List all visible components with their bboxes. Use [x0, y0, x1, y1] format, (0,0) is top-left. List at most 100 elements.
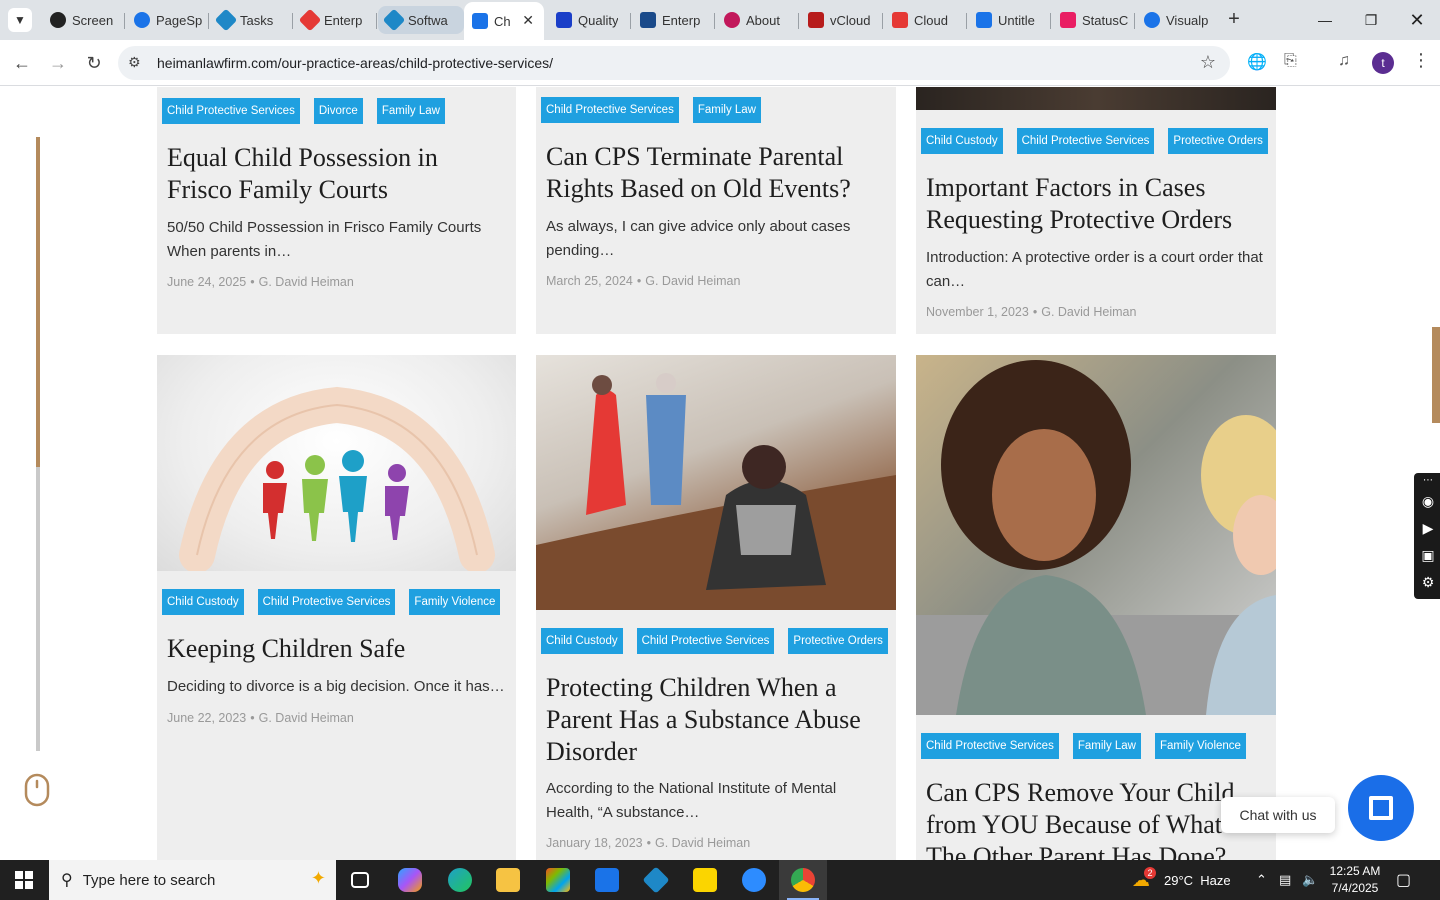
volume-icon[interactable]: 🔈 [1302, 860, 1318, 900]
post-author[interactable]: G. David Heiman [655, 836, 750, 850]
post-image[interactable] [536, 355, 896, 610]
extensions-icon[interactable]: ⎘ [1284, 52, 1297, 70]
copilot-app-icon[interactable] [386, 860, 434, 900]
tab-5-active[interactable]: Ch ✕ [464, 2, 544, 40]
site-info-icon[interactable]: ⚙ [128, 54, 141, 71]
tag-link[interactable]: Family Violence [409, 589, 501, 615]
microsoft-store-icon[interactable] [534, 860, 582, 900]
post-card[interactable]: Child Custody Child Protective Services … [536, 355, 896, 860]
tab-search-icon[interactable]: ▼ [8, 8, 32, 32]
capture-menu-icon[interactable]: ⋯ [1419, 475, 1437, 486]
zoom-app-icon[interactable] [730, 860, 778, 900]
post-card[interactable]: Child Custody Child Protective Services … [157, 355, 516, 860]
minimize-button[interactable]: — [1302, 0, 1348, 40]
post-title[interactable]: Can CPS Remove Your Child from YOU Becau… [926, 777, 1268, 860]
post-image[interactable] [916, 355, 1276, 715]
address-bar[interactable]: ⚙ heimanlawfirm.com/our-practice-areas/c… [118, 46, 1230, 80]
tab-3[interactable]: Enterp [294, 6, 378, 34]
post-title[interactable]: Equal Child Possession in Frisco Family … [167, 142, 508, 206]
tab-12[interactable]: StatusC [1052, 6, 1134, 34]
taskbar-search-box[interactable]: ⚲ Type here to search ✦ [49, 860, 336, 900]
post-title[interactable]: Protecting Children When a Parent Has a … [546, 672, 888, 768]
back-arrow-icon[interactable]: ← [10, 51, 34, 75]
tab-favicon-icon [556, 12, 572, 28]
reload-icon[interactable]: ↻ [82, 51, 106, 75]
tab-6[interactable]: Quality [548, 6, 630, 34]
forward-arrow-icon[interactable]: → [46, 51, 70, 75]
mail-icon[interactable] [583, 860, 631, 900]
tag-link[interactable]: Child Protective Services [1016, 128, 1155, 154]
weather-widget[interactable]: ☁ 2 29°C Haze [1132, 860, 1231, 900]
tag-link[interactable]: Family Violence [1154, 733, 1246, 759]
tag-link[interactable]: Divorce [313, 98, 363, 124]
pinned-app-icon[interactable] [632, 860, 680, 900]
tab-13[interactable]: Visualp [1136, 6, 1218, 34]
tag-link[interactable]: Child Custody [921, 128, 1003, 154]
task-view-icon[interactable] [336, 860, 384, 900]
post-image[interactable] [157, 355, 516, 571]
tab-2[interactable]: Tasks [210, 6, 294, 34]
media-control-icon[interactable]: ♫ [1338, 52, 1350, 70]
chrome-app-icon[interactable] [779, 860, 827, 900]
post-title[interactable]: Important Factors in Cases Requesting Pr… [926, 172, 1268, 236]
tag-link[interactable]: Protective Orders [1168, 128, 1268, 154]
post-card[interactable]: Child Protective Services Divorce Family… [157, 87, 516, 334]
new-tab-button[interactable]: + [1222, 8, 1246, 32]
url-text[interactable]: heimanlawfirm.com/our-practice-areas/chi… [157, 55, 553, 71]
tag-link[interactable]: Protective Orders [788, 628, 888, 654]
start-button[interactable] [0, 860, 48, 900]
clock[interactable]: 12:25 AM 7/4/2025 [1322, 863, 1388, 897]
tag-link[interactable]: Family Law [376, 98, 445, 124]
close-window-button[interactable]: ✕ [1394, 0, 1440, 40]
window-capture-icon[interactable]: ▣ [1419, 547, 1437, 564]
tab-11[interactable]: Untitle [968, 6, 1050, 34]
network-icon[interactable]: ▤ [1279, 860, 1291, 900]
camera-icon[interactable]: ◉ [1419, 493, 1437, 510]
post-image[interactable] [916, 87, 1276, 110]
tray-chevron-icon[interactable]: ⌃ [1256, 860, 1267, 900]
post-card[interactable]: Child Custody Child Protective Services … [916, 87, 1276, 334]
chat-launcher-button[interactable] [1348, 775, 1414, 841]
tag-link[interactable]: Child Protective Services [162, 98, 300, 124]
translate-icon[interactable]: 🌐 [1247, 52, 1267, 72]
restore-button[interactable]: ❐ [1348, 0, 1394, 40]
tag-link[interactable]: Child Custody [162, 589, 244, 615]
sticky-notes-icon[interactable] [681, 860, 729, 900]
tag-link[interactable]: Family Law [692, 97, 761, 123]
post-card[interactable]: Child Protective Services Family Law Fam… [916, 355, 1276, 860]
tab-8[interactable]: About [716, 6, 798, 34]
post-author[interactable]: G. David Heiman [1041, 305, 1136, 319]
post-author[interactable]: G. David Heiman [259, 275, 354, 289]
tab-7[interactable]: Enterp [632, 6, 714, 34]
tab-0[interactable]: Screen [42, 6, 122, 34]
tag-link[interactable]: Child Custody [541, 628, 623, 654]
menu-kebab-icon[interactable]: ⋮ [1412, 50, 1430, 71]
gear-icon[interactable]: ⚙ [1419, 574, 1437, 591]
post-date: June 22, 2023 [167, 711, 247, 725]
post-card[interactable]: Child Protective Services Family Law Can… [536, 87, 896, 334]
chat-label[interactable]: Chat with us [1221, 797, 1335, 833]
tag-link[interactable]: Family Law [1072, 733, 1141, 759]
post-author[interactable]: G. David Heiman [259, 711, 354, 725]
tag-link[interactable]: Child Protective Services [921, 733, 1059, 759]
tag-link[interactable]: Child Protective Services [257, 589, 396, 615]
tab-label: Tasks [240, 12, 274, 28]
file-explorer-icon[interactable] [484, 860, 532, 900]
tab-1[interactable]: PageSp [126, 6, 210, 34]
tab-4[interactable]: Softwa [378, 6, 464, 34]
profile-avatar[interactable]: t [1372, 52, 1394, 74]
edge-browser-icon[interactable] [436, 860, 484, 900]
page-scrollbar-thumb[interactable] [1432, 327, 1440, 423]
bookmark-star-icon[interactable]: ☆ [1200, 52, 1216, 73]
post-author[interactable]: G. David Heiman [645, 274, 740, 288]
tab-10[interactable]: Cloud [884, 6, 966, 34]
video-camera-icon[interactable]: ▶ [1419, 520, 1437, 537]
notification-icon[interactable]: ▢ [1396, 870, 1411, 890]
tab-9[interactable]: vCloud [800, 6, 882, 34]
tag-link[interactable]: Child Protective Services [541, 97, 679, 123]
post-title[interactable]: Keeping Children Safe [167, 633, 508, 665]
post-title[interactable]: Can CPS Terminate Parental Rights Based … [546, 141, 888, 205]
close-tab-icon[interactable]: ✕ [522, 12, 534, 29]
tag-link[interactable]: Child Protective Services [636, 628, 775, 654]
copilot-sparkle-icon[interactable]: ✦ [311, 868, 326, 889]
